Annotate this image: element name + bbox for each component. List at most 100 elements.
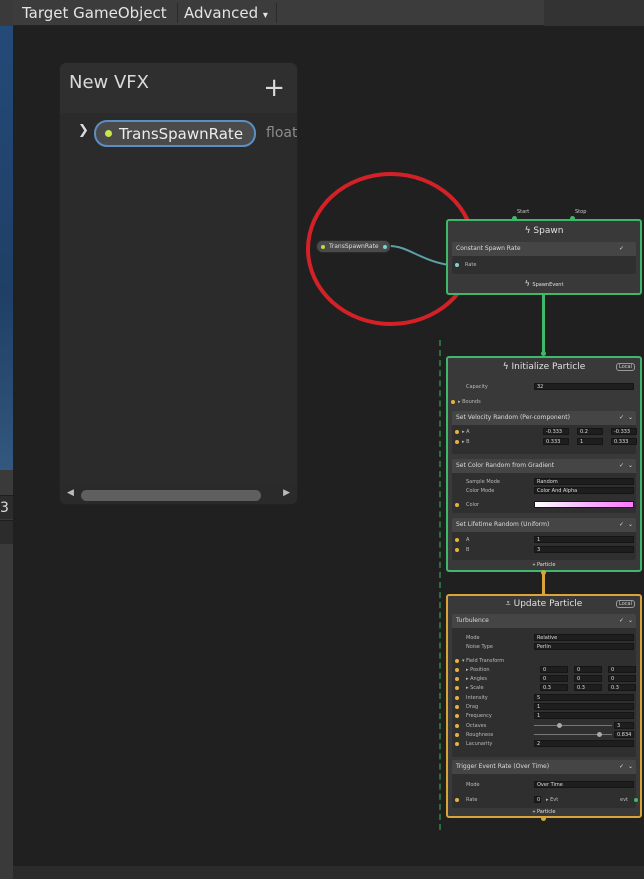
space-badge[interactable]: Local [616, 600, 635, 608]
flow-connector [542, 294, 545, 354]
roughness-slider-handle[interactable] [597, 732, 602, 737]
position-z-field[interactable]: 0 [608, 666, 636, 673]
a-port[interactable] [455, 430, 459, 434]
bounds-port[interactable] [451, 400, 455, 404]
octaves-field[interactable]: 3 [614, 722, 634, 729]
update-title-text: Update Particle [513, 599, 583, 609]
color-mode-dropdown[interactable]: Color And Alpha [534, 487, 634, 494]
evt-label: ▸ Evt [546, 797, 558, 803]
checkbox-icon[interactable]: ✓ [619, 614, 624, 628]
lacunarity-port[interactable] [455, 742, 459, 746]
bounds-label-text: Bounds [462, 399, 481, 405]
block-title: Set Velocity Random (Per-component) [456, 414, 570, 421]
rate-label: Rate [465, 262, 477, 268]
initialize-context[interactable]: ϟ Initialize Particle Local Capacity 32 … [446, 356, 642, 572]
a-x-field[interactable]: -0.333 [543, 428, 569, 435]
rate-port[interactable] [455, 798, 459, 802]
frequency-field[interactable]: 1 [534, 712, 634, 719]
checkbox-icon[interactable]: ✓ [619, 459, 624, 473]
b-port[interactable] [455, 440, 459, 444]
mode-dropdown[interactable]: Relative [534, 634, 634, 641]
frequency-label: Frequency [466, 713, 492, 719]
chevron-down-icon[interactable]: ⌄ [628, 614, 633, 628]
block-header: Constant Spawn Rate ✓ [452, 242, 636, 256]
scale-z-field[interactable]: 0.3 [608, 684, 636, 691]
trigger-event-block[interactable]: Trigger Event Rate (Over Time) ✓ ⌄ Mode Ov… [452, 760, 638, 808]
scale-x-field[interactable]: 0.3 [540, 684, 568, 691]
drag-label: Drag [466, 704, 479, 710]
trigger-mode-dropdown[interactable]: Over Time [534, 781, 634, 788]
a-z-field[interactable]: -0.333 [611, 428, 637, 435]
a-y-field[interactable]: 0.2 [577, 428, 603, 435]
intensity-field[interactable]: 5 [534, 694, 634, 701]
velocity-block[interactable]: Set Velocity Random (Per-component) ✓ ⌄ ▸ … [452, 411, 637, 454]
sample-mode-dropdown[interactable]: Random [534, 478, 634, 485]
position-y-field[interactable]: 0 [574, 666, 602, 673]
drag-field[interactable]: 1 [534, 703, 634, 710]
chevron-down-icon[interactable]: ⌄ [628, 760, 633, 774]
intensity-port[interactable] [455, 696, 459, 700]
capacity-field[interactable]: 32 [534, 383, 634, 390]
scale-y-field[interactable]: 0.3 [574, 684, 602, 691]
color-block[interactable]: Set Color Random from Gradient ✓ ⌄ Sample … [452, 459, 636, 513]
angles-port[interactable] [455, 677, 459, 681]
octaves-slider-handle[interactable] [557, 723, 562, 728]
noise-type-dropdown[interactable]: Perlin [534, 643, 634, 650]
bottom-bar [13, 866, 644, 879]
checkbox-icon[interactable]: ✓ [619, 760, 624, 774]
position-x-field[interactable]: 0 [540, 666, 568, 673]
chevron-down-icon[interactable]: ⌄ [628, 411, 633, 425]
scale-label-text: Scale [470, 685, 484, 691]
angles-x-field[interactable]: 0 [540, 675, 568, 682]
lifetime-a-field[interactable]: 1 [534, 536, 634, 543]
flow-port[interactable] [541, 816, 546, 821]
frequency-port[interactable] [455, 714, 459, 718]
initialize-title-text: Initialize Particle [511, 362, 586, 372]
b-z-field[interactable]: 0.333 [611, 438, 637, 445]
intensity-label: Intensity [466, 695, 488, 701]
space-badge[interactable]: Local [616, 363, 635, 371]
b-y-field[interactable]: 1 [577, 438, 603, 445]
vfx-graph-editor: Target GameObject Advanced ▾ 3 New VFX +… [0, 0, 644, 879]
checkbox-icon[interactable]: ✓ [619, 242, 624, 256]
update-context[interactable]: ⩡ Update Particle Local Turbulence ✓ ⌄ Mod… [446, 594, 642, 818]
angles-z-field[interactable]: 0 [608, 675, 636, 682]
lifetime-b-port[interactable] [455, 548, 459, 552]
roughness-port[interactable] [455, 733, 459, 737]
trigger-rate-field[interactable]: 0 [534, 796, 541, 803]
spawn-output-label: SpawnEvent [532, 282, 564, 288]
spawn-context[interactable]: ϟ Spawn Constant Spawn Rate ✓ Rate ϟ Spaw… [446, 219, 642, 295]
lifetime-a-label: A [466, 537, 470, 543]
scale-label: ▸ Scale [466, 685, 484, 691]
turbulence-block[interactable]: Turbulence ✓ ⌄ Mode Relative Noise Type Pe… [452, 614, 636, 757]
drag-port[interactable] [455, 705, 459, 709]
block-header: Set Lifetime Random (Uniform) ✓ ⌄ [452, 518, 636, 532]
roughness-field[interactable]: 0.834 [614, 731, 634, 738]
checkbox-icon[interactable]: ✓ [619, 411, 624, 425]
lacunarity-label: Lacunarity [466, 741, 493, 747]
rate-input-port[interactable] [455, 263, 459, 267]
checkbox-icon[interactable]: ✓ [619, 518, 624, 532]
b-x-field[interactable]: 0.333 [543, 438, 569, 445]
lightning-icon: ϟ [502, 362, 512, 372]
color-gradient-field[interactable] [534, 501, 634, 508]
scale-port[interactable] [455, 686, 459, 690]
b-label-text: B [466, 439, 470, 445]
lifetime-block[interactable]: Set Lifetime Random (Uniform) ✓ ⌄ A 1 B 3 [452, 518, 636, 560]
octaves-slider-track[interactable] [534, 725, 612, 726]
lacunarity-field[interactable]: 2 [534, 740, 634, 747]
evt-output-port[interactable] [634, 798, 638, 802]
color-port[interactable] [455, 503, 459, 507]
angles-y-field[interactable]: 0 [574, 675, 602, 682]
lifetime-b-field[interactable]: 3 [534, 546, 634, 553]
constant-spawn-rate-block[interactable]: Constant Spawn Rate ✓ Rate [452, 242, 636, 274]
lifetime-a-port[interactable] [455, 538, 459, 542]
position-port[interactable] [455, 668, 459, 672]
chevron-down-icon[interactable]: ⌄ [628, 459, 633, 473]
initialize-title: ϟ Initialize Particle [448, 362, 640, 372]
flow-port[interactable] [541, 570, 546, 575]
field-transform-port[interactable] [455, 659, 459, 663]
chevron-down-icon[interactable]: ⌄ [628, 518, 633, 532]
octaves-port[interactable] [455, 724, 459, 728]
angles-label-text: Angles [470, 676, 487, 682]
